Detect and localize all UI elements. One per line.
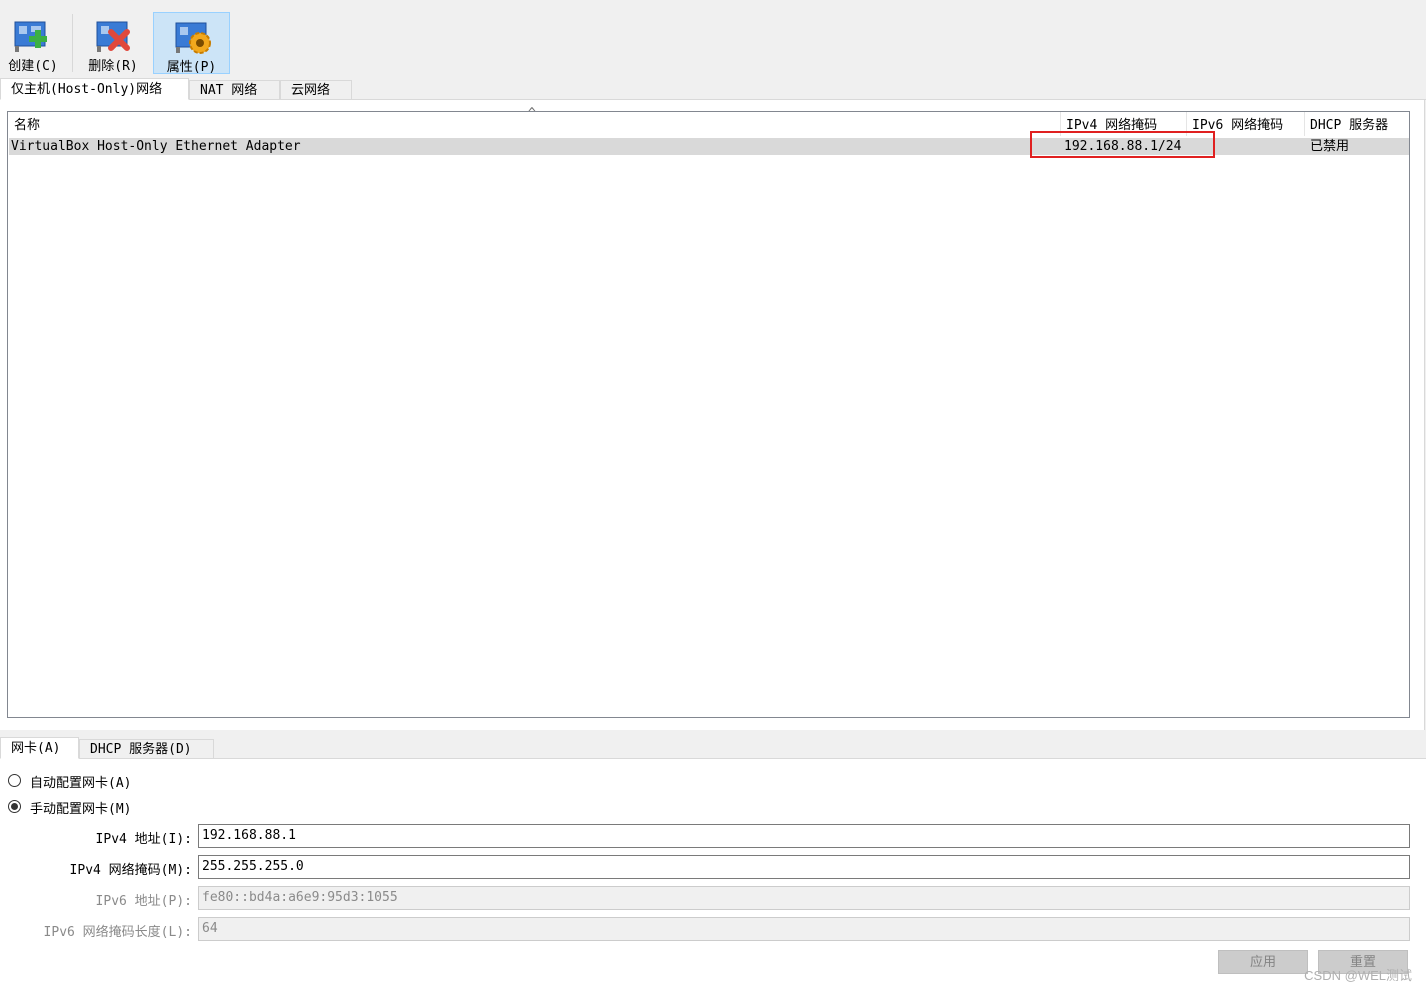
ipv6-prefix-length-label: IPv6 网络掩码长度(L): [43, 925, 192, 940]
properties-gear-icon [175, 22, 211, 54]
watermark-text: CSDN @WEL测试 [1304, 968, 1412, 983]
tab-host-only[interactable]: 仅主机(Host-Only)网络 [0, 78, 189, 100]
tab-host-only-label: 仅主机(Host-Only)网络 [11, 82, 163, 97]
create-button[interactable]: 创建(C) [0, 12, 66, 74]
manual-config-label[interactable]: 手动配置网卡(M) [30, 798, 131, 817]
tab-adapter[interactable]: 网卡(A) [0, 737, 79, 759]
highlight-annotation-box [1030, 131, 1215, 158]
remove-label: 删除(R) [88, 59, 138, 74]
tab-dhcp-server[interactable]: DHCP 服务器(D) [79, 739, 214, 759]
ipv4-address-label: IPv4 地址(I): [95, 832, 192, 847]
column-divider [1304, 112, 1305, 136]
row-adapter-name: VirtualBox Host-Only Ethernet Adapter [11, 139, 301, 154]
remove-button[interactable]: 删除(R) [80, 12, 146, 74]
ipv4-mask-label: IPv4 网络掩码(M): [69, 863, 192, 878]
ipv6-address-label: IPv6 地址(P): [95, 894, 192, 909]
ipv6-prefix-length-field[interactable]: 64 [198, 917, 1410, 941]
remove-network-icon [96, 21, 130, 52]
properties-button[interactable]: 属性(P) [153, 12, 230, 75]
auto-config-label[interactable]: 自动配置网卡(A) [30, 772, 131, 791]
row-dhcp-status: 已禁用 [1310, 139, 1350, 154]
network-list[interactable]: ^ 名称 IPv4 网络掩码 IPv6 网络掩码 DHCP 服务器 Virtua… [7, 106, 1410, 718]
tab-dhcp-server-label: DHCP 服务器(D) [90, 742, 192, 757]
toolbar-separator [72, 14, 73, 72]
tab-nat-network-label: NAT 网络 [200, 83, 258, 98]
ipv4-mask-field[interactable]: 255.255.255.0 [198, 855, 1410, 879]
column-header-dhcp-server[interactable]: DHCP 服务器 [1310, 112, 1388, 137]
ipv6-address-field[interactable]: fe80::bd4a:a6e9:95d3:1055 [198, 886, 1410, 910]
sort-indicator-icon: ^ [528, 106, 536, 121]
create-network-icon [14, 21, 47, 52]
create-label: 创建(C) [8, 59, 58, 74]
tab-cloud-network-label: 云网络 [291, 83, 331, 98]
tab-adapter-label: 网卡(A) [11, 741, 61, 756]
auto-config-radio[interactable] [8, 774, 21, 787]
tab-nat-network[interactable]: NAT 网络 [189, 80, 280, 100]
manual-config-radio[interactable] [8, 800, 21, 813]
ipv4-address-field[interactable]: 192.168.88.1 [198, 824, 1410, 848]
properties-label: 属性(P) [166, 60, 217, 75]
apply-button[interactable]: 应用 [1218, 950, 1308, 974]
column-header-name[interactable]: 名称 [14, 112, 40, 137]
tab-cloud-network[interactable]: 云网络 [280, 80, 352, 100]
